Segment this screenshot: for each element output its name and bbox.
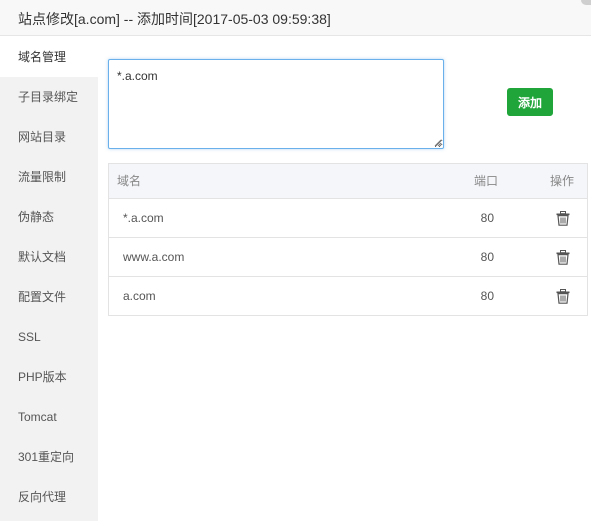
- add-domain-button[interactable]: 添加: [507, 88, 553, 116]
- header-action: 操作: [549, 174, 574, 188]
- sidebar-item-config-file[interactable]: 配置文件: [0, 277, 98, 317]
- row-port: 80: [480, 250, 494, 264]
- sidebar: 域名管理 子目录绑定 网站目录 流量限制 伪静态 默认文档 配置文件 SSL P…: [0, 37, 98, 521]
- sidebar-item-default-document[interactable]: 默认文档: [0, 237, 98, 277]
- table-row: *.a.com 80: [109, 199, 587, 238]
- table-row: a.com 80: [109, 277, 587, 315]
- sidebar-item-traffic-limit[interactable]: 流量限制: [0, 157, 98, 197]
- sidebar-item-pseudo-static[interactable]: 伪静态: [0, 197, 98, 237]
- header-domain: 域名: [117, 174, 142, 188]
- table-row: www.a.com 80: [109, 238, 587, 277]
- dialog-titlebar: 站点修改[a.com] -- 添加时间[2017-05-03 09:59:38]: [0, 0, 591, 36]
- table-header: 域名 端口 操作: [109, 164, 587, 199]
- sidebar-item-php-version[interactable]: PHP版本: [0, 357, 98, 397]
- domain-input[interactable]: [108, 59, 444, 149]
- row-domain: www.a.com: [123, 250, 185, 264]
- sidebar-item-reverse-proxy[interactable]: 反向代理: [0, 477, 98, 517]
- sidebar-item-301-redirect[interactable]: 301重定向: [0, 437, 98, 477]
- domain-table: 域名 端口 操作 *.a.com 80 www.a.com 80 a.com 8…: [108, 163, 588, 316]
- sidebar-item-subdirectory-binding[interactable]: 子目录绑定: [0, 77, 98, 117]
- sidebar-item-domain-management[interactable]: 域名管理: [0, 37, 98, 77]
- dialog-title: 站点修改[a.com] -- 添加时间[2017-05-03 09:59:38]: [18, 11, 331, 27]
- trash-icon[interactable]: [556, 211, 570, 226]
- row-domain: *.a.com: [123, 211, 164, 225]
- row-domain: a.com: [123, 289, 156, 303]
- trash-icon[interactable]: [556, 250, 570, 265]
- header-port: 端口: [473, 174, 498, 188]
- sidebar-item-tomcat[interactable]: Tomcat: [0, 397, 98, 437]
- close-icon[interactable]: [581, 0, 591, 5]
- trash-icon[interactable]: [556, 289, 570, 304]
- row-port: 80: [480, 289, 494, 303]
- sidebar-item-ssl[interactable]: SSL: [0, 317, 98, 357]
- sidebar-item-site-directory[interactable]: 网站目录: [0, 117, 98, 157]
- row-port: 80: [480, 211, 494, 225]
